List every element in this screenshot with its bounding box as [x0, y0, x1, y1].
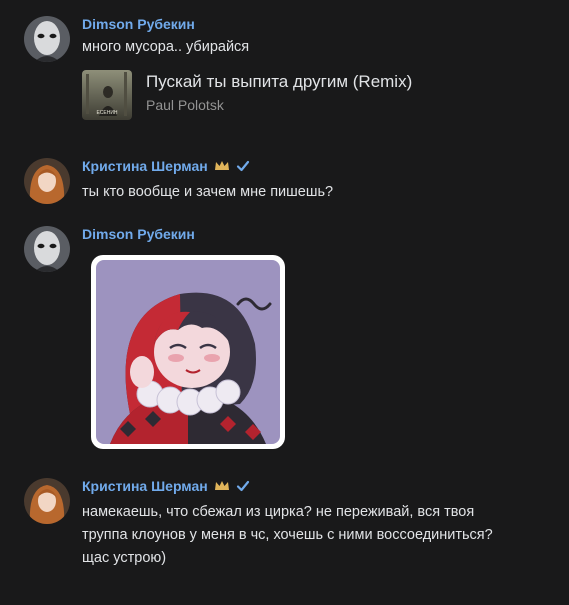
author-name-label[interactable]: Кристина Шерман	[82, 158, 208, 174]
author-name[interactable]: Кристина Шерман	[82, 478, 250, 494]
message-text-line: щас устрою)	[82, 550, 167, 566]
message-text-line: труппа клоунов у меня в чс, хочешь с ним…	[82, 527, 493, 543]
message-text: много мусора.. убирайся	[82, 39, 250, 55]
track-title[interactable]: Пускай ты выпита другим (Remix)	[146, 72, 412, 92]
author-name[interactable]: Dimson Рубекин	[82, 226, 195, 242]
avatar-kristina[interactable]	[24, 478, 70, 524]
verified-check-icon	[236, 480, 250, 492]
harlequin-girl-sticker[interactable]	[90, 254, 286, 450]
message-text-line: намекаешь, что сбежал из цирка? не переж…	[82, 504, 475, 520]
crown-icon	[214, 480, 230, 492]
crown-icon	[214, 160, 230, 172]
author-name-label[interactable]: Кристина Шерман	[82, 478, 208, 494]
track-artist[interactable]: Paul Polotsk	[146, 97, 224, 113]
author-name[interactable]: Dimson Рубекин	[82, 16, 195, 32]
message-text: ты кто вообще и зачем мне пишешь?	[82, 184, 334, 200]
album-cover[interactable]: ЕСЕНИН	[82, 70, 132, 120]
avatar-dimson[interactable]	[24, 16, 70, 62]
avatar-dimson[interactable]	[24, 226, 70, 272]
avatar-kristina[interactable]	[24, 158, 70, 204]
verified-check-icon	[236, 160, 250, 172]
audio-attachment[interactable]: ЕСЕНИН Пускай ты выпита другим (Remix) P…	[82, 70, 482, 120]
svg-text:ЕСЕНИН: ЕСЕНИН	[96, 110, 117, 116]
author-name[interactable]: Кристина Шерман	[82, 158, 250, 174]
